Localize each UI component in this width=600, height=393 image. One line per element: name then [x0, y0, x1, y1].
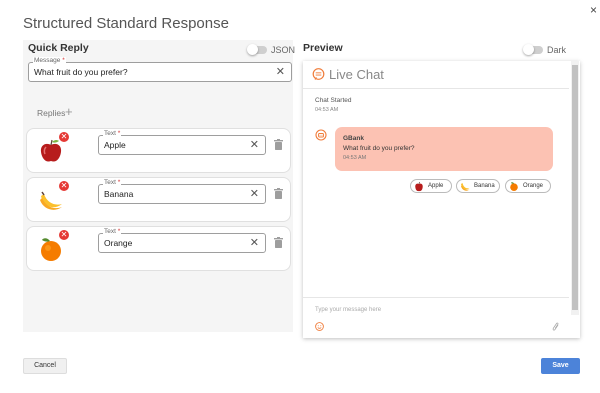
emoji-icon[interactable]	[315, 322, 324, 331]
reply-text-value[interactable]: Apple	[104, 140, 126, 150]
bot-message-text: What fruit do you prefer?	[343, 145, 415, 152]
remove-reply-banana-icon[interactable]: ✕	[59, 181, 69, 191]
message-field[interactable]: Message * What fruit do you prefer? ✕	[28, 57, 292, 82]
bot-message-time: 04:53 AM	[343, 155, 367, 161]
preview-header: Preview	[303, 42, 343, 54]
chat-scrollbar-thumb[interactable]	[572, 65, 578, 310]
quick-reply-panel: Quick Reply JSON Message * What fruit do…	[23, 40, 296, 332]
save-button[interactable]: Save	[541, 358, 580, 374]
quick-reply-chip-apple[interactable]: Apple	[410, 179, 452, 193]
reply-text-field-orange[interactable]: Text * Orange ✕	[98, 228, 266, 253]
reply-card-apple: ✕ Text * Apple ✕	[26, 128, 291, 173]
trash-icon[interactable]	[274, 139, 283, 150]
json-toggle-label: JSON	[271, 45, 296, 55]
banana-icon	[461, 183, 470, 191]
dialog-title: Structured Standard Response	[23, 15, 229, 32]
live-chat-header: Live Chat	[303, 61, 569, 89]
remove-reply-apple-icon[interactable]: ✕	[59, 132, 69, 142]
reply-card-banana: ✕ Text * Banana ✕	[26, 177, 291, 222]
apple-icon	[415, 181, 423, 192]
reply-card-orange: ✕ Text * Orange ✕	[26, 226, 291, 271]
reply-text-value[interactable]: Banana	[104, 189, 133, 199]
structured-response-dialog: × Structured Standard Response Quick Rep…	[0, 0, 600, 393]
close-icon[interactable]: ×	[590, 4, 597, 16]
bot-name: GBank	[343, 135, 364, 142]
json-toggle[interactable]	[247, 44, 267, 55]
clear-message-icon[interactable]: ✕	[276, 65, 285, 78]
dark-toggle-label: Dark	[547, 45, 567, 55]
dark-toggle[interactable]	[523, 44, 543, 55]
live-chat-title: Live Chat	[329, 67, 384, 82]
clear-reply-icon[interactable]: ✕	[250, 138, 259, 151]
trash-icon[interactable]	[274, 188, 283, 199]
orange-icon	[510, 182, 518, 191]
trash-icon[interactable]	[274, 237, 283, 248]
reply-text-field-banana[interactable]: Text * Banana ✕	[98, 179, 266, 204]
quick-reply-chip-orange[interactable]: Orange	[505, 179, 551, 193]
message-input-value[interactable]: What fruit do you prefer?	[34, 67, 128, 77]
chat-input-area: Type your message here	[303, 297, 569, 338]
reply-text-field-apple[interactable]: Text * Apple ✕	[98, 130, 266, 155]
chat-bubble-icon	[312, 68, 325, 80]
clear-reply-icon[interactable]: ✕	[250, 187, 259, 200]
reply-text-value[interactable]: Orange	[104, 238, 132, 248]
cancel-button[interactable]: Cancel	[23, 358, 67, 374]
quick-reply-header: Quick Reply	[28, 42, 89, 54]
message-field-label: Message *	[33, 57, 66, 65]
chat-input[interactable]: Type your message here	[315, 307, 381, 313]
bot-avatar-icon	[315, 129, 327, 141]
clear-reply-icon[interactable]: ✕	[250, 236, 259, 249]
add-reply-icon[interactable]: +	[65, 104, 73, 119]
remove-reply-orange-icon[interactable]: ✕	[59, 230, 69, 240]
attachment-icon[interactable]	[552, 322, 560, 332]
bot-message-bubble: GBank What fruit do you prefer? 04:53 AM	[335, 127, 553, 171]
replies-label: Replies	[37, 108, 66, 118]
live-chat-preview: Live Chat Chat Started 04:53 AM GBank Wh…	[303, 61, 580, 338]
chat-started-time: 04:53 AM	[315, 107, 339, 113]
quick-reply-chip-banana[interactable]: Banana	[456, 179, 500, 193]
chat-started-text: Chat Started	[315, 97, 352, 104]
